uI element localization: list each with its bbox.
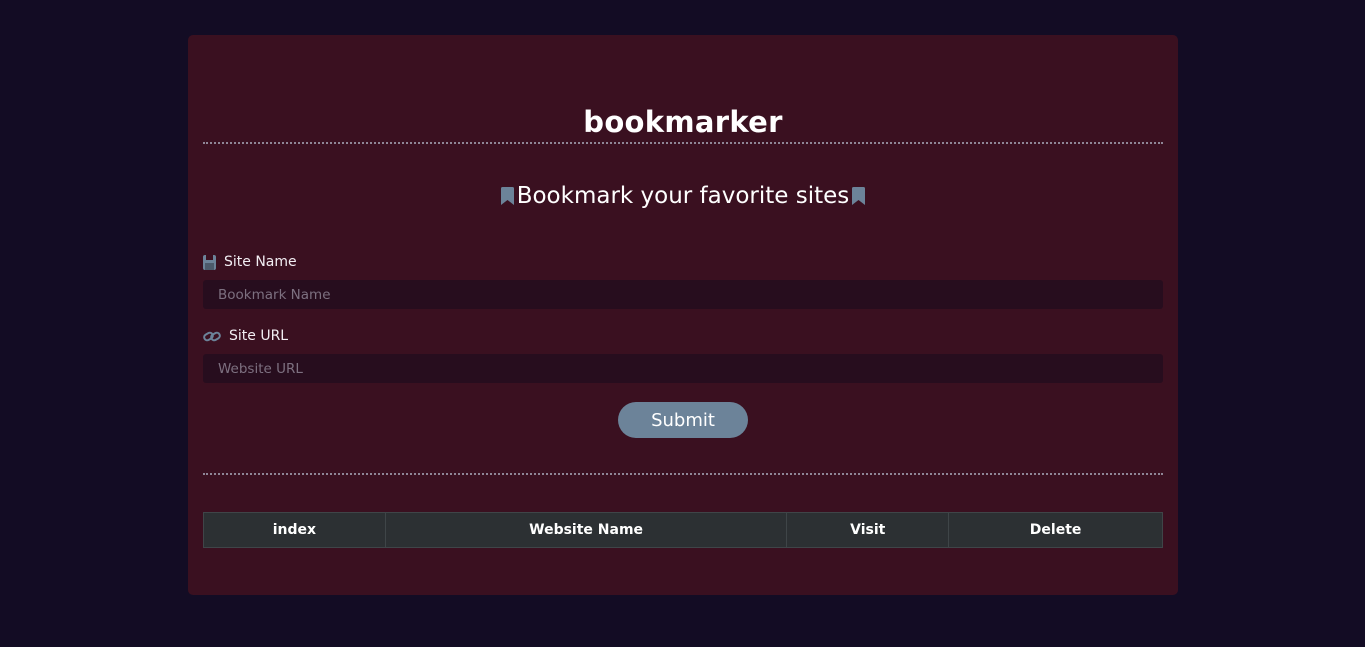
bookmarker-card: bookmarker Bookmark your favorite sites …	[188, 35, 1178, 595]
column-header-website-name: Website Name	[384, 512, 788, 548]
site-name-label-text: Site Name	[224, 254, 297, 270]
top-divider	[203, 142, 1163, 144]
form-heading: Bookmark your favorite sites	[188, 183, 1178, 209]
site-url-label-text: Site URL	[229, 328, 289, 344]
bookmark-icon	[500, 187, 514, 205]
bookmark-icon	[852, 187, 866, 205]
column-header-delete: Delete	[948, 512, 1163, 548]
site-url-input[interactable]	[203, 354, 1163, 383]
site-url-label: Site URL	[203, 328, 288, 344]
app-title: bookmarker	[583, 105, 783, 139]
site-name-input[interactable]	[203, 280, 1163, 309]
site-name-label: Site Name	[203, 254, 297, 270]
submit-button[interactable]: Submit	[618, 402, 748, 438]
column-header-index: index	[203, 512, 386, 548]
table-header-row: index Website Name Visit Delete	[203, 512, 1163, 548]
form-heading-text: Bookmark your favorite sites	[516, 183, 850, 209]
save-icon	[203, 254, 216, 270]
column-header-visit: Visit	[786, 512, 950, 548]
link-icon	[203, 330, 221, 343]
bottom-divider	[203, 473, 1163, 475]
bookmarks-table: index Website Name Visit Delete	[203, 512, 1163, 548]
